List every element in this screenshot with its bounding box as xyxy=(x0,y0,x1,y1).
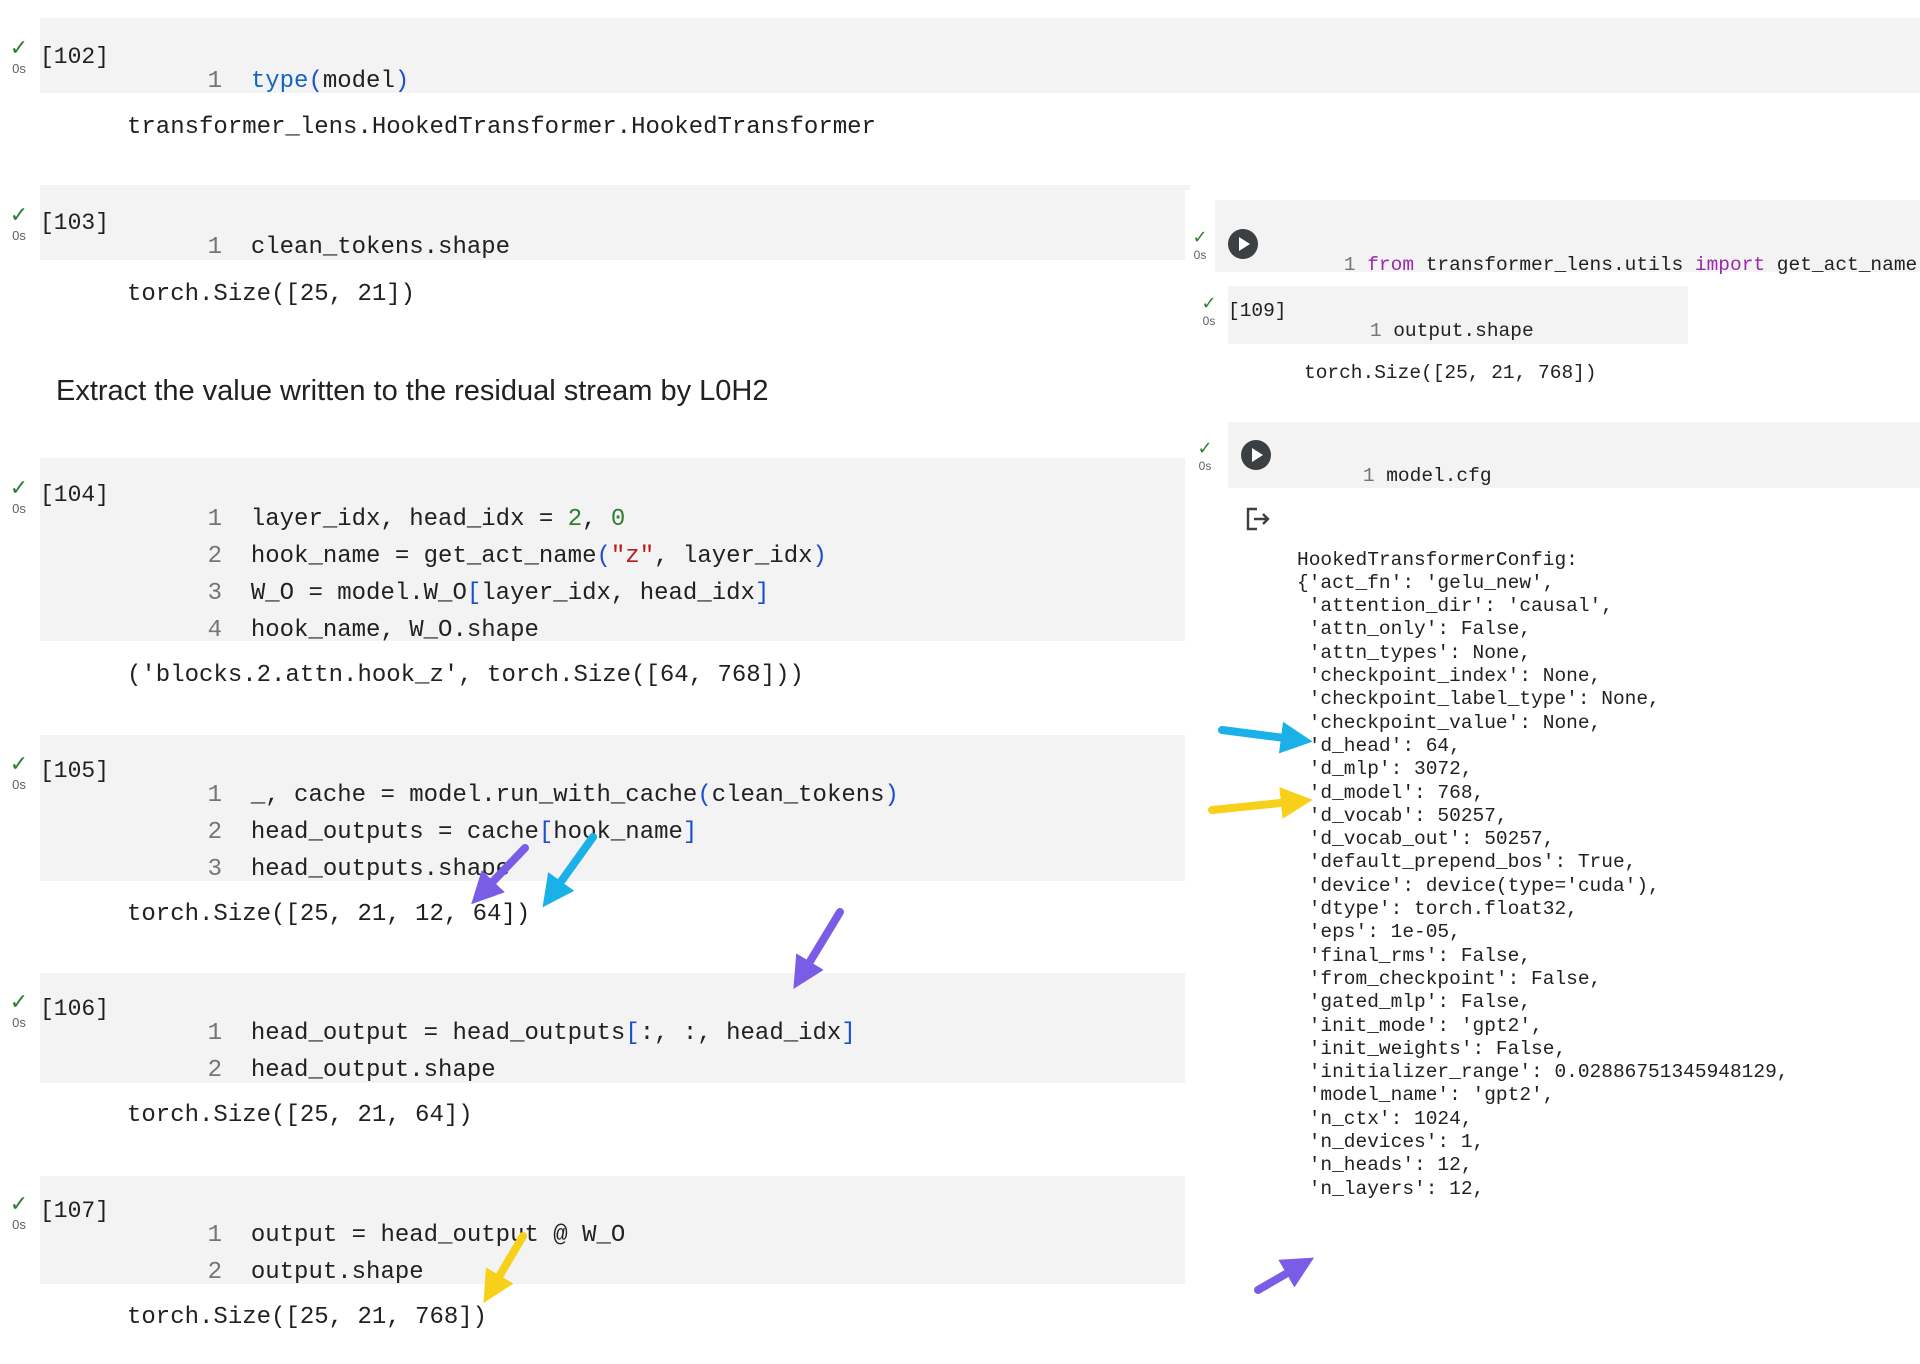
cell-104-output: ('blocks.2.attn.hook_z', torch.Size([64,… xyxy=(127,662,804,689)
cell-106-prompt: [106] xyxy=(40,996,110,1022)
config-line: 'device': device(type='cuda'), xyxy=(1297,874,1660,897)
cell-107-line-2[interactable]: 2 output.shape xyxy=(150,1237,424,1309)
cell-107-output: torch.Size([25, 21, 768]) xyxy=(127,1304,488,1331)
config-line: 'checkpoint_index': None, xyxy=(1297,665,1602,688)
config-line: 'attention_dir': 'causal', xyxy=(1297,595,1613,618)
check-icon: ✓ xyxy=(9,752,29,777)
cell-cfg-output: HookedTransformerConfig: {'act_fn': 'gelu… xyxy=(1297,502,1788,1248)
check-icon: ✓ xyxy=(1192,227,1208,248)
config-line: 'attn_only': False, xyxy=(1297,618,1532,641)
cell-107-status: ✓ 0s xyxy=(6,1192,32,1232)
config-lines: HookedTransformerConfig: {'act_fn': 'gelu… xyxy=(1297,549,1788,1201)
config-line: 'd_model': 768, xyxy=(1297,781,1485,804)
cell-102-line-1[interactable]: 1 type(model) xyxy=(150,46,410,118)
config-line: 'd_mlp': 3072, xyxy=(1297,758,1473,781)
cell-102-status: ✓ 0s xyxy=(6,36,32,76)
play-circle-icon[interactable] xyxy=(1228,229,1258,259)
cell-103-prompt: [103] xyxy=(40,210,110,236)
check-icon: ✓ xyxy=(9,1192,29,1217)
config-line: 'd_head': 64, xyxy=(1297,734,1461,757)
config-line: {'act_fn': 'gelu_new', xyxy=(1297,571,1555,594)
cell-109-prompt: [109] xyxy=(1228,300,1287,322)
config-line: 'final_rms': False, xyxy=(1297,944,1532,967)
check-icon: ✓ xyxy=(1201,293,1217,314)
config-line: 'dtype': torch.float32, xyxy=(1297,898,1578,921)
config-line: 'n_layers': 12, xyxy=(1297,1177,1485,1200)
config-line: 'initializer_range': 0.02886751345948129… xyxy=(1297,1061,1789,1084)
check-icon: ✓ xyxy=(9,203,29,228)
cell-104-line-4[interactable]: 4 hook_name, W_O.shape xyxy=(150,595,539,667)
config-line: 'from_checkpoint': False, xyxy=(1297,967,1602,990)
check-icon: ✓ xyxy=(1197,438,1213,459)
cell-106-status: ✓ 0s xyxy=(6,990,32,1030)
config-line: 'model_name': 'gpt2', xyxy=(1297,1084,1555,1107)
config-line: 'n_heads': 12, xyxy=(1297,1154,1473,1177)
cell-103-line-1[interactable]: 1 clean_tokens.shape xyxy=(150,212,510,284)
cell-cfg-status: ✓ 0s xyxy=(1192,438,1218,473)
cell-102-output: transformer_lens.HookedTransformer.Hooke… xyxy=(127,114,876,141)
output-redirect-icon[interactable] xyxy=(1243,504,1273,534)
cell-cfg-line-1[interactable]: 1 model.cfg xyxy=(1316,447,1492,506)
cell-106-line-2[interactable]: 2 head_output.shape xyxy=(150,1035,496,1107)
cell-104-prompt: [104] xyxy=(40,482,110,508)
cell-104-status: ✓ 0s xyxy=(6,476,32,516)
cell-105-prompt: [105] xyxy=(40,758,110,784)
config-line: 'default_prepend_bos': True, xyxy=(1297,851,1637,874)
cell-import-status: ✓ 0s xyxy=(1187,227,1213,262)
config-line: 'gated_mlp': False, xyxy=(1297,991,1532,1014)
cell-102-prompt: [102] xyxy=(40,44,110,70)
config-line: 'd_vocab_out': 50257, xyxy=(1297,828,1555,851)
config-line: 'n_ctx': 1024, xyxy=(1297,1107,1473,1130)
config-line: 'init_mode': 'gpt2', xyxy=(1297,1014,1543,1037)
cell-103-status: ✓ 0s xyxy=(6,203,32,243)
purple-arrow-head-idx xyxy=(793,908,844,989)
check-icon: ✓ xyxy=(9,990,29,1015)
check-icon: ✓ xyxy=(9,36,29,61)
cell-109-line-1[interactable]: 1 output.shape xyxy=(1323,302,1534,361)
config-line: 'init_weights': False, xyxy=(1297,1037,1567,1060)
config-line: 'checkpoint_value': None, xyxy=(1297,711,1602,734)
cell-109-status: ✓ 0s xyxy=(1196,293,1222,328)
config-line: 'eps': 1e-05, xyxy=(1297,921,1461,944)
play-circle-icon[interactable] xyxy=(1241,440,1271,470)
cell-105-line-3[interactable]: 3 head_outputs.shape xyxy=(150,834,510,906)
cell-107-prompt: [107] xyxy=(40,1198,110,1224)
config-line: HookedTransformerConfig: xyxy=(1297,548,1578,571)
cell-106-output: torch.Size([25, 21, 64]) xyxy=(127,1102,473,1129)
cell-105-status: ✓ 0s xyxy=(6,752,32,792)
config-line: 'd_vocab': 50257, xyxy=(1297,804,1508,827)
cell-103-output: torch.Size([25, 21]) xyxy=(127,281,416,308)
cell-105-output: torch.Size([25, 21, 12, 64]) xyxy=(127,901,531,928)
config-line: 'n_devices': 1, xyxy=(1297,1131,1485,1154)
config-line: 'checkpoint_label_type': None, xyxy=(1297,688,1660,711)
config-line: 'attn_types': None, xyxy=(1297,641,1532,664)
markdown-heading: Extract the value written to the residua… xyxy=(56,375,769,407)
cell-109-output: torch.Size([25, 21, 768]) xyxy=(1304,362,1597,384)
check-icon: ✓ xyxy=(9,476,29,501)
